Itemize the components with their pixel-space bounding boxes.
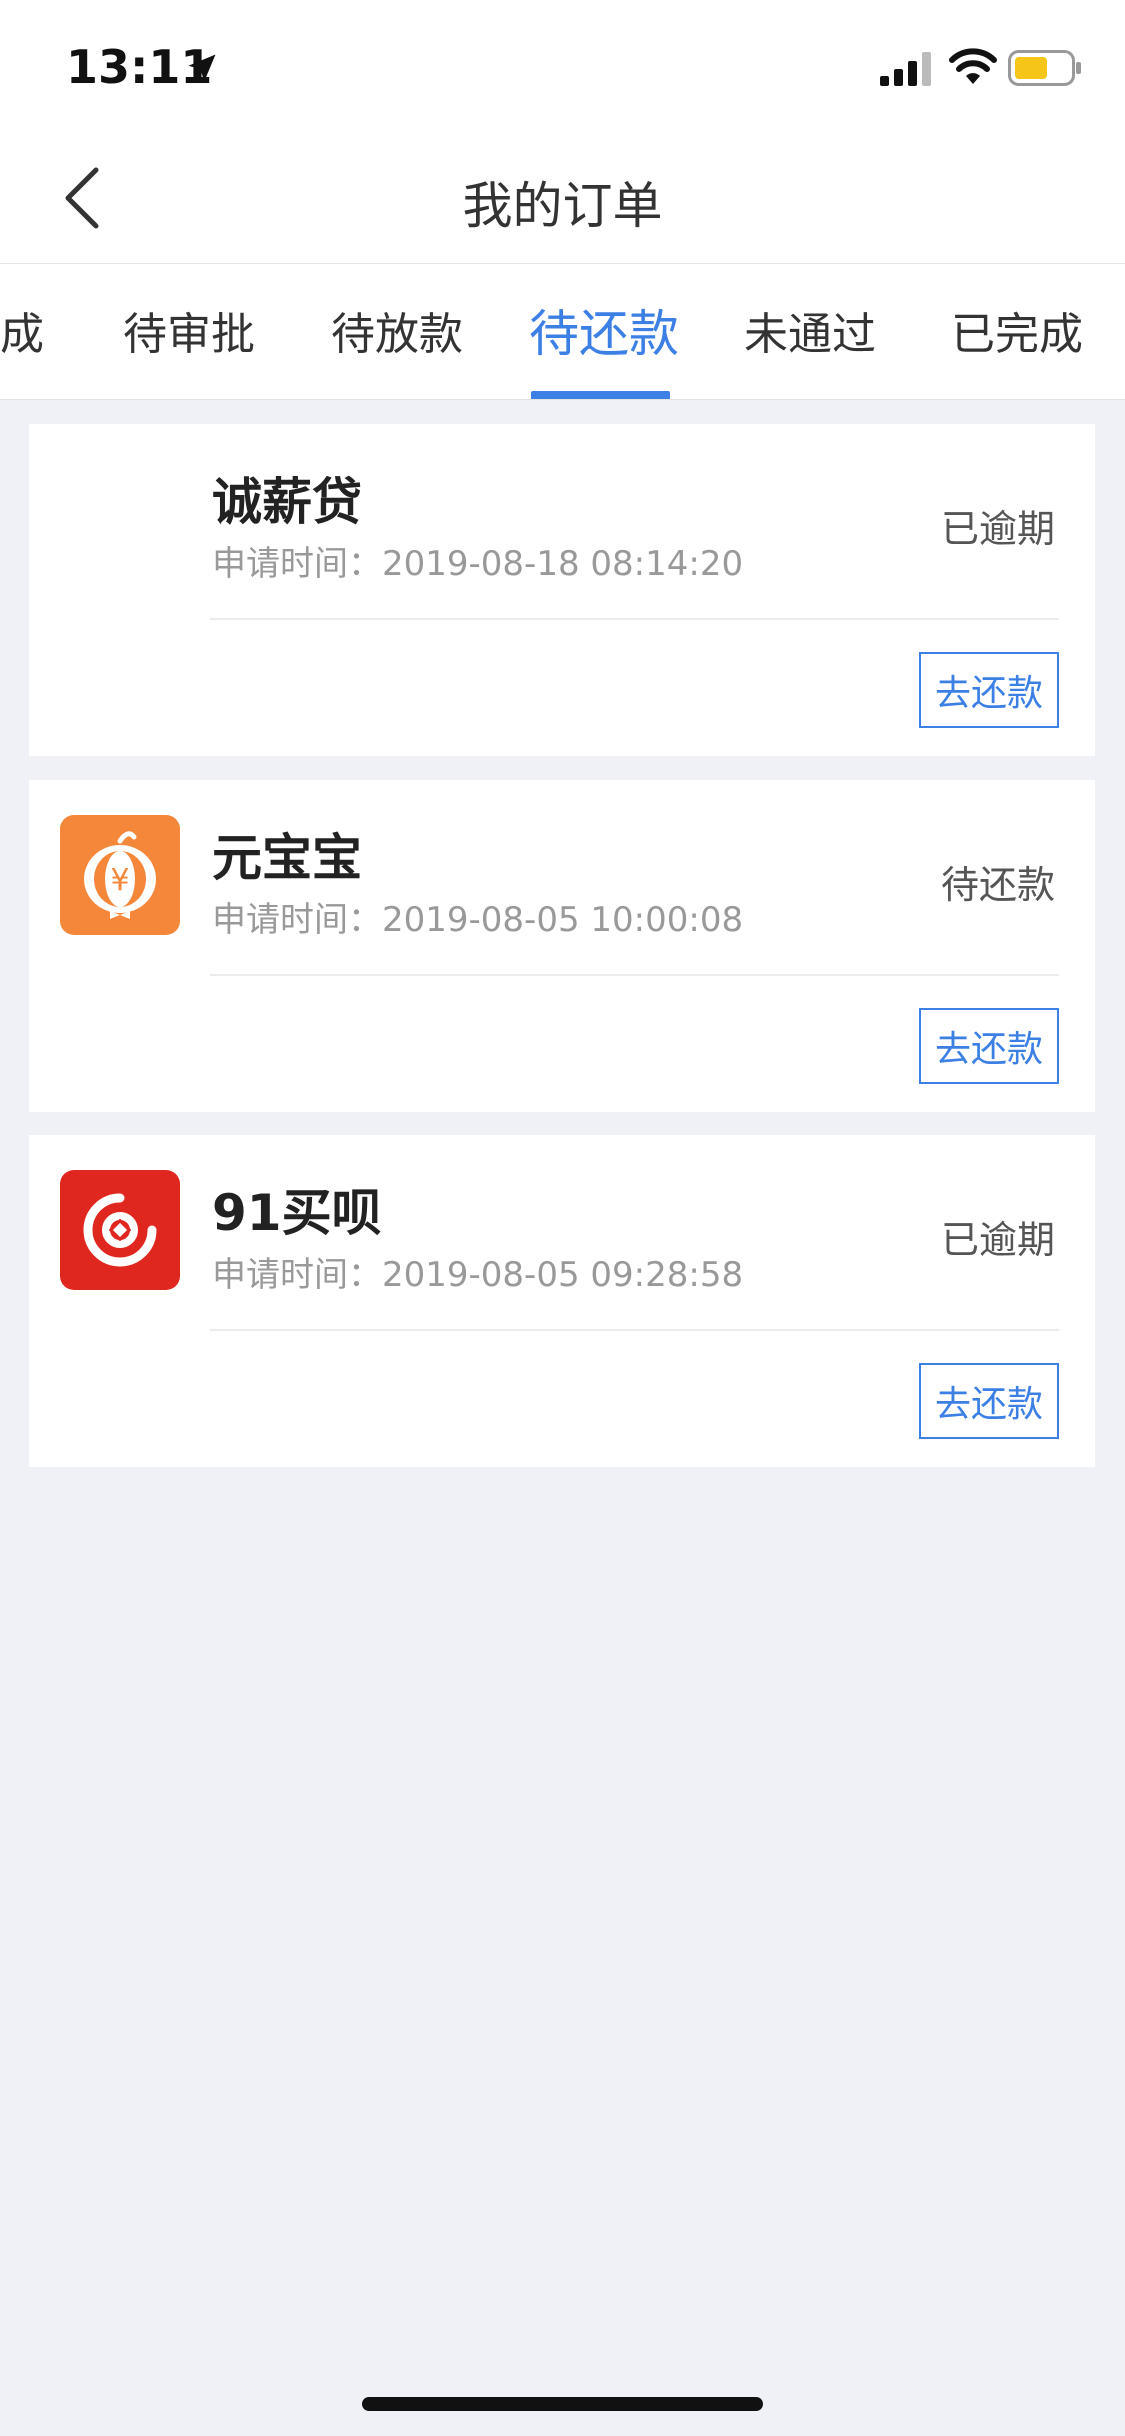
order-status: 待还款 bbox=[940, 863, 1055, 907]
product-name: 91买呗 bbox=[212, 1184, 382, 1242]
product-name: 元宝宝 bbox=[212, 829, 362, 887]
apply-time: 申请时间：2019-08-18 08:14:20 bbox=[212, 536, 743, 585]
repay-button[interactable]: 去还款 bbox=[919, 1363, 1059, 1439]
svg-text:¥: ¥ bbox=[110, 863, 129, 898]
order-card[interactable]: 91买呗 申请时间：2019-08-05 09:28:58 已逾期 去还款 bbox=[29, 1135, 1095, 1467]
tab-bar: 成 待审批 待放款 待还款 未通过 已完成 bbox=[0, 264, 1125, 400]
apply-time-value: 2019-08-05 09:28:58 bbox=[382, 1255, 744, 1295]
tab-pending-repayment[interactable]: 待还款 bbox=[529, 294, 679, 366]
divider bbox=[210, 974, 1059, 976]
apply-time-value: 2019-08-18 08:14:20 bbox=[382, 544, 744, 584]
order-status: 已逾期 bbox=[940, 1218, 1055, 1262]
91maibei-logo-icon bbox=[60, 1170, 180, 1290]
screen: 13:11 我的订单 成 待审批 待放款 待还款 未通过 已完成 诚薪贷 申请时… bbox=[0, 0, 1125, 2436]
repay-button[interactable]: 去还款 bbox=[919, 1008, 1059, 1084]
tab-pending-disbursement[interactable]: 待放款 bbox=[331, 298, 463, 362]
wifi-icon bbox=[949, 48, 997, 84]
order-status: 已逾期 bbox=[940, 507, 1055, 551]
tab-completed-partial[interactable]: 成 bbox=[0, 298, 44, 362]
page-title: 我的订单 bbox=[462, 177, 663, 235]
order-card[interactable]: 诚薪贷 申请时间：2019-08-18 08:14:20 已逾期 去还款 bbox=[29, 424, 1095, 756]
signal-icon bbox=[880, 52, 931, 86]
status-bar: 13:11 bbox=[0, 0, 1125, 132]
divider bbox=[210, 1329, 1059, 1331]
tab-rejected[interactable]: 未通过 bbox=[744, 298, 876, 362]
product-name: 诚薪贷 bbox=[212, 473, 362, 531]
tab-completed[interactable]: 已完成 bbox=[951, 298, 1083, 362]
tab-pending-approval[interactable]: 待审批 bbox=[123, 298, 255, 362]
divider bbox=[210, 618, 1059, 620]
apply-time-label: 申请时间： bbox=[212, 544, 382, 584]
apply-time: 申请时间：2019-08-05 10:00:08 bbox=[212, 892, 743, 941]
apply-time-label: 申请时间： bbox=[212, 1255, 382, 1295]
battery-icon bbox=[1008, 50, 1081, 86]
apply-time-label: 申请时间： bbox=[212, 900, 382, 940]
nav-bar: 我的订单 bbox=[0, 132, 1125, 264]
home-indicator[interactable] bbox=[362, 2397, 763, 2411]
location-arrow-icon bbox=[188, 54, 216, 82]
apply-time-value: 2019-08-05 10:00:08 bbox=[382, 900, 744, 940]
repay-button[interactable]: 去还款 bbox=[919, 652, 1059, 728]
yuanbaobao-logo-icon: ¥ bbox=[60, 815, 180, 935]
active-tab-indicator bbox=[531, 391, 670, 399]
order-card[interactable]: ¥ 元宝宝 申请时间：2019-08-05 10:00:08 待还款 去还款 bbox=[29, 780, 1095, 1112]
apply-time: 申请时间：2019-08-05 09:28:58 bbox=[212, 1247, 743, 1296]
